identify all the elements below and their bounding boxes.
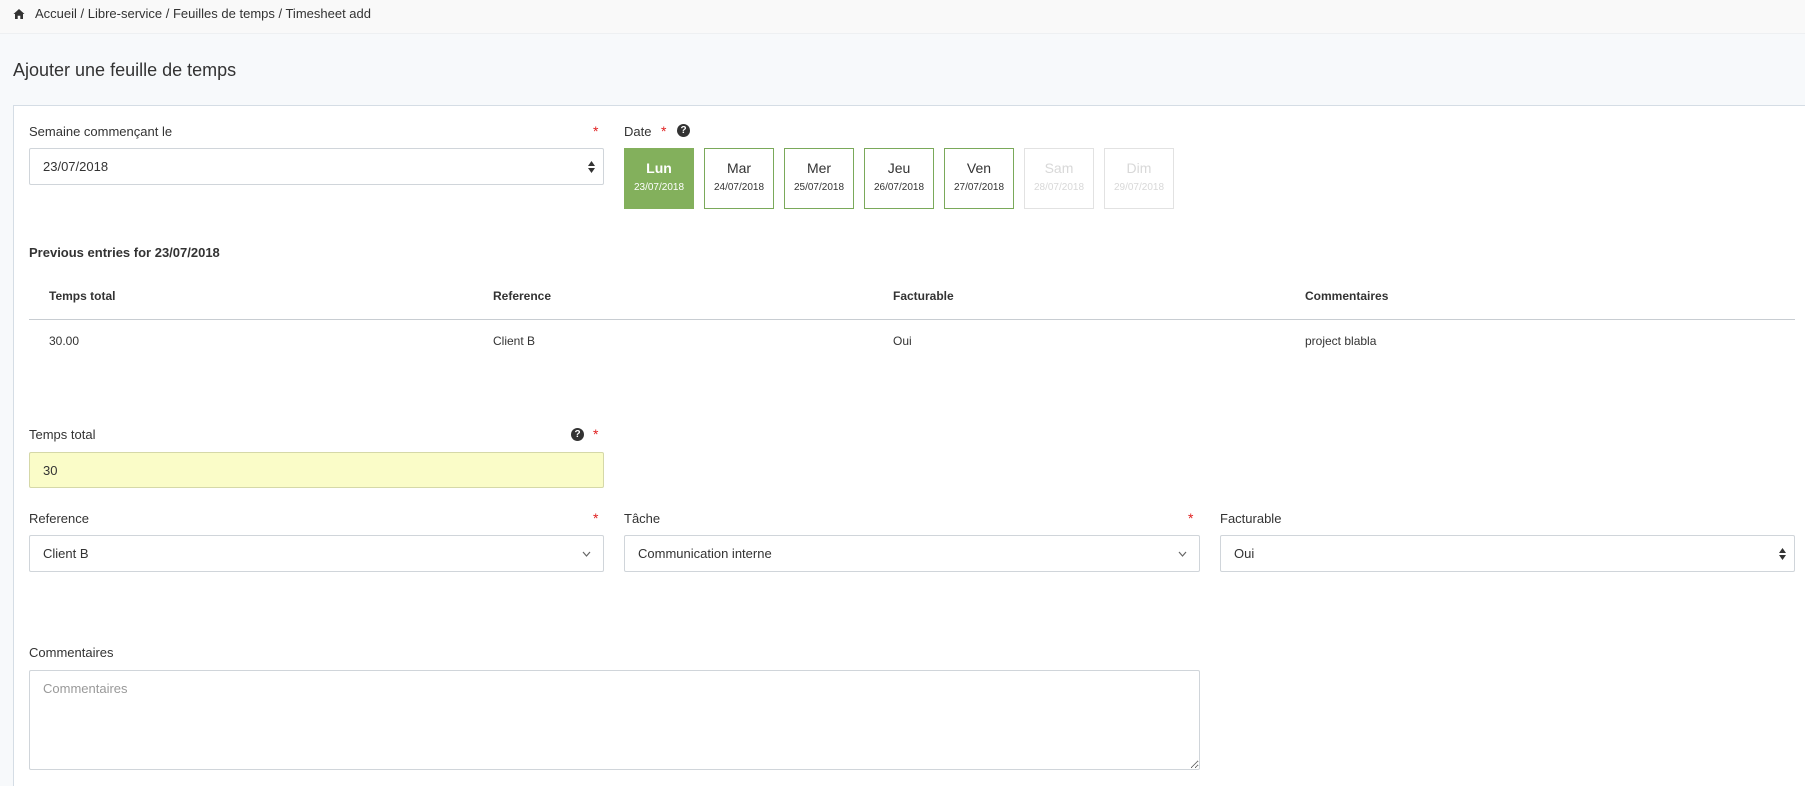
day-button-dim: Dim 29/07/2018 [1104, 148, 1174, 209]
table-cell: Client B [493, 334, 536, 348]
chevron-down-icon [1178, 551, 1187, 557]
total-time-input[interactable]: 30 [29, 452, 604, 488]
date-required-marker: * [661, 123, 667, 139]
reference-label: Reference [29, 511, 89, 526]
task-value: Communication interne [638, 546, 772, 561]
task-required-marker: * [1188, 510, 1194, 526]
billable-select[interactable]: Oui [1220, 535, 1795, 572]
table-cell: 30.00 [49, 334, 80, 348]
table-cell: Oui [893, 334, 912, 348]
comments-label: Commentaires [29, 645, 114, 660]
day-date: 27/07/2018 [953, 182, 1005, 193]
day-name: Jeu [887, 160, 911, 176]
week-start-value: 23/07/2018 [43, 159, 109, 174]
table-cell: project blabla [1305, 334, 1377, 348]
chevron-down-icon [582, 551, 591, 557]
day-button-lun[interactable]: Lun 23/07/2018 [624, 148, 694, 209]
day-button-sam: Sam 28/07/2018 [1024, 148, 1094, 209]
total-time-required-marker: * [593, 426, 599, 442]
day-button-mar[interactable]: Mar 24/07/2018 [704, 148, 774, 209]
home-icon[interactable] [13, 8, 25, 20]
day-name: Lun [646, 160, 672, 176]
day-button-jeu[interactable]: Jeu 26/07/2018 [864, 148, 934, 209]
total-time-help-icon[interactable]: ? [571, 428, 584, 441]
day-button-ven[interactable]: Ven 27/07/2018 [944, 148, 1014, 209]
date-help-icon[interactable]: ? [677, 124, 690, 137]
day-date: 28/07/2018 [1033, 182, 1085, 193]
task-label: Tâche [624, 511, 661, 526]
column-header: Commentaires [1305, 289, 1389, 303]
date-label: Date [624, 124, 652, 139]
reference-required-marker: * [593, 510, 599, 526]
day-name: Mar [726, 160, 752, 176]
day-button-mer[interactable]: Mer 25/07/2018 [784, 148, 854, 209]
day-date: 26/07/2018 [873, 182, 925, 193]
day-date: 29/07/2018 [1113, 182, 1165, 193]
week-start-required-marker: * [593, 123, 599, 139]
reference-value: Client B [43, 546, 89, 561]
day-name: Sam [1044, 160, 1074, 176]
day-date: 24/07/2018 [713, 182, 765, 193]
column-header: Facturable [893, 289, 954, 303]
comments-textarea[interactable] [29, 670, 1200, 770]
total-time-label: Temps total [29, 427, 96, 442]
select-arrows-icon [588, 160, 595, 173]
column-header: Reference [493, 289, 552, 303]
week-start-label: Semaine commençant le [29, 124, 173, 139]
top-bar: Accueil / Libre-service / Feuilles de te… [0, 0, 1805, 34]
column-header: Temps total [49, 289, 116, 303]
reference-select[interactable]: Client B [29, 535, 604, 572]
previous-entries-title: Previous entries for 23/07/2018 [29, 245, 220, 260]
task-select[interactable]: Communication interne [624, 535, 1200, 572]
day-name: Mer [806, 160, 832, 176]
breadcrumb: Accueil / Libre-service / Feuilles de te… [13, 6, 371, 21]
day-name: Ven [966, 160, 992, 176]
day-date: 23/07/2018 [633, 182, 685, 193]
billable-value: Oui [1234, 546, 1255, 561]
day-date: 25/07/2018 [793, 182, 845, 193]
day-name: Dim [1126, 160, 1152, 176]
billable-label: Facturable [1220, 511, 1282, 526]
select-arrows-icon [1779, 547, 1786, 560]
page-title: Ajouter une feuille de temps [13, 60, 237, 80]
week-start-select[interactable]: 23/07/2018 [29, 148, 604, 185]
total-time-value: 30 [43, 462, 58, 478]
breadcrumb-trail[interactable]: Accueil / Libre-service / Feuilles de te… [35, 6, 371, 21]
table-header-divider [29, 319, 1795, 320]
